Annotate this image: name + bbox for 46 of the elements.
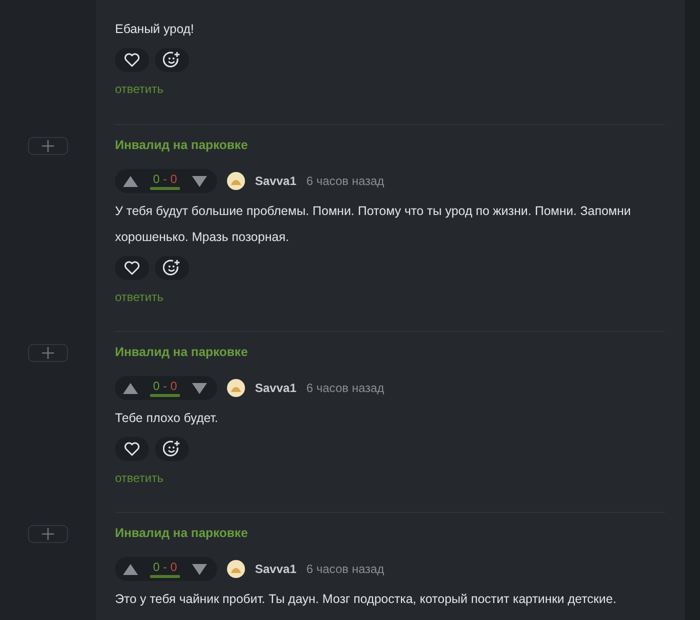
comment-text: Это у тебя чайник пробит. Ты даун. Мозг подростка, который постит картинки детские. xyxy=(115,591,618,608)
upvote-icon[interactable] xyxy=(123,176,138,186)
smiley-plus-icon xyxy=(163,259,181,277)
downvote-icon[interactable] xyxy=(192,564,207,574)
author-name[interactable]: Savva1 xyxy=(255,562,296,576)
comment-title[interactable]: Инвалид на парковке xyxy=(115,135,248,155)
downvote-icon[interactable] xyxy=(192,176,207,186)
plus-icon xyxy=(42,140,54,152)
vote-count: 0 - 0 xyxy=(152,172,178,186)
like-button[interactable] xyxy=(115,256,149,280)
heart-icon xyxy=(124,53,140,67)
smiley-plus-icon xyxy=(163,440,181,458)
expand-button[interactable] xyxy=(28,137,68,155)
upvote-icon[interactable] xyxy=(123,564,138,574)
plus-icon xyxy=(42,347,54,359)
upvote-icon[interactable] xyxy=(123,382,138,394)
avatar-icon[interactable] xyxy=(227,560,245,578)
like-button[interactable] xyxy=(115,48,149,72)
author-name[interactable]: Savva1 xyxy=(255,381,296,395)
comment-time: 6 часов назад xyxy=(306,562,384,576)
expand-button[interactable] xyxy=(28,525,68,543)
heart-icon xyxy=(124,261,140,275)
downvote-icon[interactable] xyxy=(192,382,207,394)
author-name[interactable]: Savva1 xyxy=(255,174,296,188)
comment-time: 6 часов назад xyxy=(306,174,384,188)
reply-link[interactable]: ответить xyxy=(115,79,164,99)
reply-link[interactable]: ответить xyxy=(115,468,164,488)
heart-icon xyxy=(124,442,140,456)
comment-title[interactable]: Инвалид на парковке xyxy=(115,523,248,543)
comment-time: 6 часов назад xyxy=(306,381,384,395)
reaction-button[interactable] xyxy=(155,256,189,280)
avatar-icon[interactable] xyxy=(227,172,245,190)
comment-text: У тебя будут большие проблемы. Помни. Потому что ты урод по жизни. Помни. Запомни хорошенько. Мразь позорная. xyxy=(115,203,632,246)
reply-link[interactable]: ответить xyxy=(115,287,164,307)
expand-button[interactable] xyxy=(28,344,68,362)
comment-text: Ебаный урод! xyxy=(115,21,196,38)
comment-text: Тебе плохо будет. xyxy=(115,410,220,427)
reaction-button[interactable] xyxy=(155,48,189,72)
smiley-plus-icon xyxy=(163,51,181,69)
plus-icon xyxy=(42,528,54,540)
vote-count: 0 - 0 xyxy=(152,560,178,574)
like-button[interactable] xyxy=(115,437,149,461)
comment-title[interactable]: Инвалид на парковке xyxy=(115,342,248,362)
vote-count: 0 - 0 xyxy=(152,380,178,392)
reaction-button[interactable] xyxy=(155,437,189,461)
avatar-icon[interactable] xyxy=(227,379,245,397)
